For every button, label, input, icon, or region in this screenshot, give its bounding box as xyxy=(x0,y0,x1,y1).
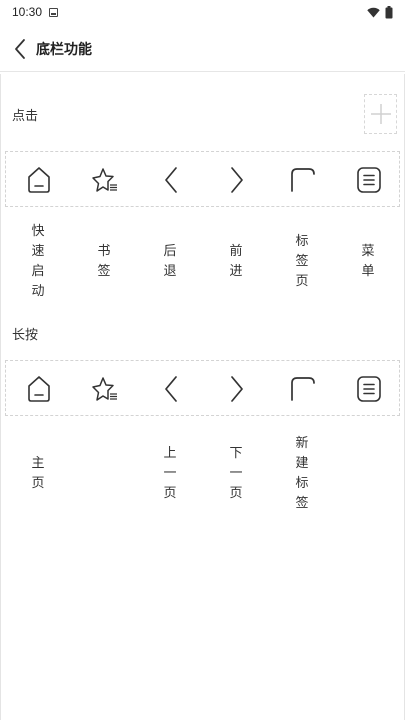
long-slot-forward[interactable] xyxy=(204,361,270,417)
click-slot-forward[interactable] xyxy=(204,152,270,208)
click-label-back: 后退 xyxy=(163,244,177,279)
chevron-left-icon xyxy=(165,167,177,193)
click-label-menu: 菜单 xyxy=(361,244,375,279)
click-slot-menu[interactable] xyxy=(336,152,402,208)
chevron-right-icon xyxy=(231,167,243,193)
bookmark-star-icon xyxy=(92,168,117,192)
long-label-home: 主页 xyxy=(31,456,45,491)
menu-icon xyxy=(357,167,381,193)
long-label-next-page: 下一页 xyxy=(229,446,243,501)
battery-icon xyxy=(385,5,393,18)
long-label-new-tab: 新建标签 xyxy=(295,436,309,511)
long-slot-menu[interactable] xyxy=(336,361,402,417)
long-label-prev-page: 上一页 xyxy=(163,446,177,501)
back-arrow-icon xyxy=(15,38,25,59)
notification-icon xyxy=(49,7,59,17)
click-label-bookmarks: 书签 xyxy=(97,244,111,279)
chevron-left-icon xyxy=(165,376,177,402)
click-icon-bar xyxy=(5,151,400,207)
click-slot-tabs[interactable] xyxy=(270,152,336,208)
menu-icon xyxy=(357,376,381,402)
long-slot-bookmark[interactable] xyxy=(72,361,138,417)
page-title: 底栏功能 xyxy=(36,41,92,58)
click-label-tabs: 标签页 xyxy=(295,234,309,289)
add-button[interactable] xyxy=(364,94,397,134)
click-slot-home[interactable] xyxy=(6,152,72,208)
tabs-icon xyxy=(291,168,315,192)
click-label-forward: 前进 xyxy=(229,244,243,279)
section-label-click: 点击 xyxy=(12,109,39,124)
home-icon xyxy=(28,376,50,402)
title-bar: 底栏功能 xyxy=(0,26,405,72)
home-icon xyxy=(28,167,50,193)
tabs-icon xyxy=(291,377,315,401)
status-time: 10:30 xyxy=(12,5,43,19)
plus-icon xyxy=(370,104,391,124)
click-slot-back[interactable] xyxy=(138,152,204,208)
chevron-right-icon xyxy=(231,376,243,402)
click-slot-bookmark[interactable] xyxy=(72,152,138,208)
long-press-icon-bar xyxy=(5,360,400,416)
long-slot-home[interactable] xyxy=(6,361,72,417)
long-slot-back[interactable] xyxy=(138,361,204,417)
wifi-icon xyxy=(367,7,380,17)
click-label-quick-launch: 快速启动 xyxy=(31,224,45,299)
bookmark-star-icon xyxy=(92,377,117,401)
long-slot-tabs[interactable] xyxy=(270,361,336,417)
back-button[interactable] xyxy=(0,26,40,72)
section-label-long-press: 长按 xyxy=(12,328,39,343)
status-bar: 10:30 xyxy=(0,0,405,24)
